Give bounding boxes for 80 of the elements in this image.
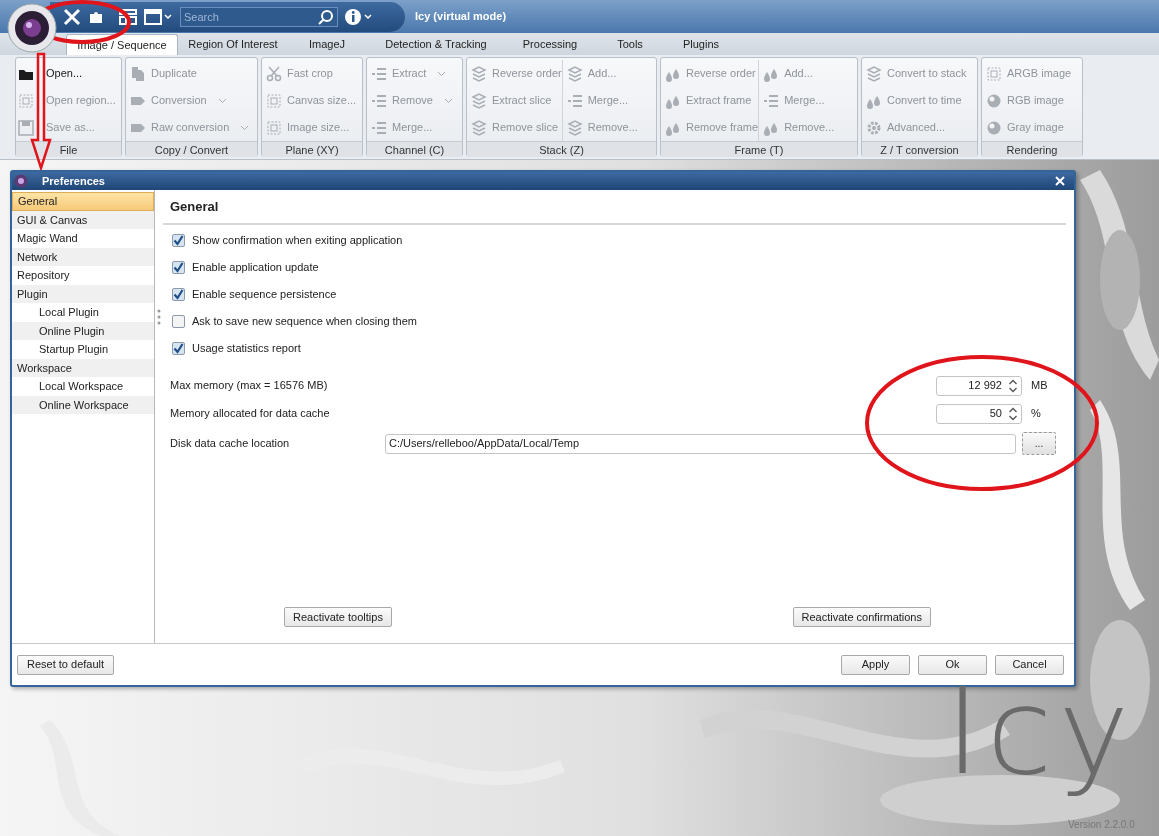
tools-icon[interactable] (62, 6, 82, 27)
section-heading: General (170, 199, 219, 214)
dialog-title: Preferences (42, 173, 105, 189)
close-icon[interactable] (1054, 175, 1066, 187)
layers-icon (866, 65, 882, 82)
browse-button[interactable]: ... (1022, 432, 1056, 455)
checkbox[interactable] (172, 315, 185, 328)
checkbox-label: Enable application update (192, 260, 319, 276)
field-label: Memory allocated for data cache (170, 406, 331, 422)
field-label: Max memory (max = 16576 MB) (170, 378, 329, 394)
splitter-handle-icon[interactable] (157, 307, 161, 326)
checkbox[interactable] (172, 261, 185, 274)
layers-icon (471, 92, 487, 109)
sidebar-item[interactable]: General (12, 192, 154, 211)
path-field[interactable]: C:/Users/relleboo/AppData/Local/Temp (385, 433, 1016, 454)
unit-label: % (1030, 406, 1042, 422)
info-menu-button[interactable] (344, 7, 372, 26)
layers-icon (566, 65, 583, 82)
unit-label: MB (1030, 378, 1049, 394)
checkbox-label: Enable sequence persistence (192, 287, 337, 303)
sphere-icon (986, 119, 1002, 136)
list-lines-icon (566, 92, 583, 109)
number-spinner[interactable]: 50 (936, 403, 1022, 424)
search-field[interactable]: Search (180, 6, 338, 27)
window-menu-button[interactable] (144, 8, 172, 25)
layers-icon (471, 65, 487, 82)
info-icon (344, 7, 362, 26)
dashed-square-icon (18, 92, 34, 109)
group-label: Z / T conversion (862, 141, 977, 157)
checkbox[interactable] (172, 288, 185, 301)
layers-icon (471, 119, 487, 136)
reset-button[interactable]: Reset to default (17, 654, 115, 675)
reactivate-button[interactable]: Reactivate confirmations (792, 607, 931, 627)
document-icon (130, 65, 146, 82)
checkbox-label: Usage statistics report (192, 341, 301, 357)
dashed-square-icon (986, 65, 1002, 82)
sphere-icon (986, 92, 1002, 109)
list-lines-icon (371, 92, 387, 109)
ribbon-tab[interactable]: Processing (506, 34, 594, 55)
app-logo-icon (14, 174, 28, 188)
group-label: Stack (Z) (467, 141, 656, 157)
caret-icon (364, 13, 372, 20)
group-label: Rendering (982, 141, 1082, 157)
window-title: Icy (virtual mode) (415, 9, 507, 25)
layout-icon[interactable] (118, 7, 138, 26)
dialog-button[interactable]: Ok (918, 654, 987, 675)
checkbox-label: Ask to save new sequence when closing them (192, 314, 418, 330)
dashed-square-icon (266, 92, 282, 109)
gear-icon (866, 119, 882, 136)
group-label: Frame (T) (661, 141, 857, 157)
group-label: Channel (C) (367, 141, 462, 157)
layers-icon (566, 119, 583, 136)
number-spinner[interactable]: 12 992 (936, 375, 1022, 396)
up-down-arrows-icon[interactable] (1008, 406, 1018, 421)
ribbon-tab[interactable]: Region Of Interest (178, 34, 288, 55)
ribbon-tab[interactable]: ImageJ (288, 34, 366, 55)
ribbon-tab[interactable]: Plugins (666, 34, 736, 55)
window-icon (144, 8, 162, 25)
search-icon (318, 8, 334, 25)
ribbon-button[interactable]: Open... (18, 60, 117, 87)
field-label: Disk data cache location (170, 436, 291, 452)
ribbon-tab[interactable]: Tools (594, 34, 666, 55)
checkbox[interactable] (172, 342, 185, 355)
dialog-button[interactable]: Apply (841, 654, 910, 675)
dialog-button[interactable]: Cancel (995, 654, 1064, 675)
group-label: Copy / Convert (126, 141, 257, 157)
caret-icon (164, 13, 172, 20)
app-orb-icon[interactable] (7, 3, 57, 53)
list-lines-icon (763, 92, 780, 109)
group-label: Plane (XY) (262, 141, 362, 157)
checkbox-label: Show confirmation when exiting application (192, 233, 403, 249)
dashed-square-icon (266, 119, 282, 136)
reactivate-button[interactable]: Reactivate tooltips (284, 607, 392, 627)
ribbon-tab[interactable]: Detection & Tracking (366, 34, 506, 55)
up-down-arrows-icon[interactable] (1008, 378, 1018, 393)
list-lines-icon (371, 65, 387, 82)
scissors-icon (266, 65, 282, 82)
list-lines-icon (371, 119, 387, 136)
checkbox[interactable] (172, 234, 185, 247)
group-label: File (16, 141, 121, 157)
